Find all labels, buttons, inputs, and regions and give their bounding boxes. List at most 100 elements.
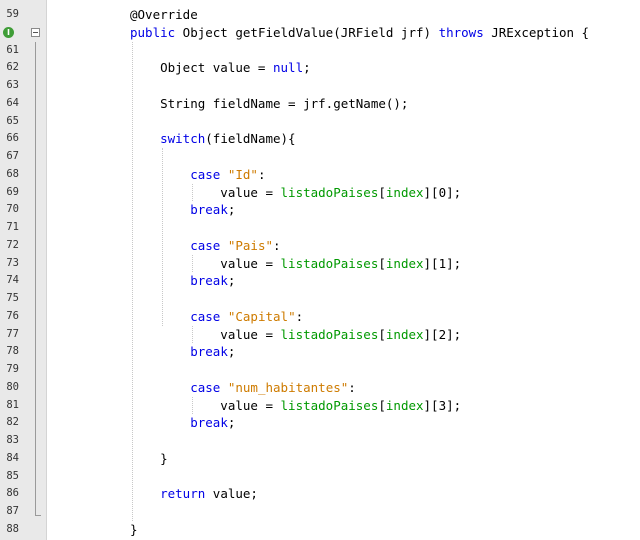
code-token: ][1]; — [423, 255, 462, 271]
code-token: switch — [160, 131, 206, 147]
indent-guide — [192, 396, 194, 415]
code-text: return value; — [130, 485, 258, 503]
fold-end-marker — [35, 514, 41, 516]
indent-guide — [192, 254, 194, 273]
code-line[interactable]: String fieldName = jrf.getName(); — [47, 95, 640, 113]
code-line[interactable]: value = listadoPaises[index][2]; — [47, 326, 640, 344]
code-token: ; — [227, 415, 236, 431]
code-line[interactable]: value = listadoPaises[index][3]; — [47, 397, 640, 415]
line-number: 62 — [6, 61, 19, 74]
override-marker-icon[interactable]: I — [3, 26, 14, 38]
line-number: 72 — [6, 238, 19, 251]
code-line[interactable] — [47, 290, 640, 308]
line-number: 85 — [6, 469, 19, 482]
code-line[interactable]: } — [47, 450, 640, 468]
line-number: 63 — [6, 79, 19, 91]
code-text: case "Capital": — [130, 308, 303, 326]
code-line[interactable] — [47, 77, 640, 95]
code-line[interactable]: case "Pais": — [47, 237, 640, 255]
code-line[interactable] — [47, 361, 640, 379]
code-token: ; — [227, 273, 236, 289]
code-text: @Override — [130, 6, 198, 24]
code-text: break; — [130, 272, 235, 290]
line-number: 66 — [6, 132, 19, 145]
code-token: listadoPaises — [280, 184, 379, 200]
indent-guide — [162, 148, 164, 326]
code-text: case "Pais": — [130, 237, 281, 255]
code-token: value = — [130, 326, 281, 342]
code-token: return — [160, 486, 206, 502]
code-token: index — [385, 397, 424, 413]
indent-guide — [132, 41, 133, 521]
line-number: 73 — [6, 256, 19, 269]
code-token: index — [385, 184, 424, 200]
code-token: case — [190, 308, 221, 324]
line-number: 83 — [6, 434, 19, 446]
code-line[interactable]: switch(fieldName){ — [47, 130, 640, 148]
code-token: : — [295, 308, 304, 324]
code-token: [ — [378, 397, 386, 413]
code-line[interactable]: } — [47, 521, 640, 539]
line-number: 88 — [6, 522, 19, 535]
code-area[interactable]: @Override public Object getFieldValue(JRF… — [47, 0, 640, 540]
code-token: : — [257, 166, 266, 182]
code-token: value = — [130, 184, 281, 200]
code-line[interactable]: case "Id": — [47, 166, 640, 184]
line-number: 65 — [6, 114, 19, 127]
code-token: listadoPaises — [280, 326, 379, 342]
line-number: 67 — [6, 150, 19, 162]
code-line[interactable] — [47, 432, 640, 450]
line-number: 68 — [6, 167, 19, 180]
code-token: [ — [378, 184, 386, 200]
code-editor[interactable]: 59 61 62 63 64 65 66 67 68 69 70 71 72 73 74 75 76 77 78 79… — [0, 0, 640, 540]
code-token: ][2]; — [423, 326, 462, 342]
code-line[interactable] — [47, 42, 640, 60]
line-number: 69 — [6, 185, 19, 198]
code-token: value = — [130, 397, 281, 413]
code-line[interactable]: @Override — [47, 6, 640, 24]
indent-guide — [192, 325, 194, 344]
code-line[interactable]: value = listadoPaises[index][1]; — [47, 255, 640, 273]
code-line[interactable]: break; — [47, 201, 640, 219]
code-token: Object value = — [130, 60, 273, 76]
code-line[interactable] — [47, 468, 640, 486]
code-line[interactable]: case "num_habitantes": — [47, 379, 640, 397]
line-number: 64 — [6, 96, 19, 109]
code-line[interactable] — [47, 503, 640, 521]
line-number: 79 — [6, 363, 19, 375]
code-line[interactable]: public Object getFieldValue(JRField jrf)… — [47, 24, 640, 42]
collapse-fold-icon[interactable] — [31, 27, 40, 37]
code-text: switch(fieldName){ — [130, 130, 295, 148]
code-line[interactable]: case "Capital": — [47, 308, 640, 326]
code-line[interactable]: break; — [47, 414, 640, 432]
code-line[interactable] — [47, 148, 640, 166]
code-line[interactable]: break; — [47, 272, 640, 290]
code-line[interactable] — [47, 219, 640, 237]
code-line[interactable]: Object value = null; — [47, 59, 640, 77]
line-number: 75 — [6, 292, 19, 304]
code-token: ; — [303, 60, 311, 76]
code-token: JRException { — [483, 24, 590, 40]
line-number: 74 — [6, 274, 19, 287]
code-line[interactable]: return value; — [47, 485, 640, 503]
code-token: public — [130, 24, 176, 40]
code-token: [ — [378, 326, 386, 342]
code-line[interactable]: break; — [47, 343, 640, 361]
code-token: ][0]; — [423, 184, 462, 200]
code-token: case — [190, 379, 221, 395]
code-text: } — [130, 450, 168, 468]
code-line[interactable] — [47, 113, 640, 131]
code-line[interactable]: value = listadoPaises[index][0]; — [47, 184, 640, 202]
code-token: "Capital" — [227, 308, 296, 324]
code-text: case "Id": — [130, 166, 266, 184]
code-token: : — [273, 237, 281, 253]
code-token: break — [190, 344, 228, 360]
line-number: 71 — [6, 221, 19, 233]
